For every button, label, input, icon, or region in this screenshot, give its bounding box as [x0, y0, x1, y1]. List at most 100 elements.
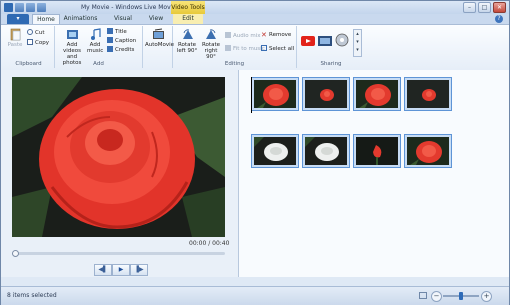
- remove-button[interactable]: ✕ Remove: [261, 32, 291, 39]
- sharing-gallery-scroll[interactable]: ▴ ▾ ▾: [353, 29, 362, 57]
- zoom-in-button[interactable]: +: [481, 291, 492, 302]
- playback-controls: ◀▌ ▶ ▐▶: [94, 264, 148, 276]
- storyboard-clip[interactable]: [251, 134, 299, 168]
- clip-thumbnail: [254, 80, 296, 108]
- tab-animations[interactable]: Animations: [63, 14, 98, 24]
- copy-icon: [27, 39, 33, 45]
- previous-frame-button[interactable]: ◀▌: [94, 264, 112, 276]
- tab-visual-effects[interactable]: Visual Effects: [104, 14, 142, 32]
- file-menu-button[interactable]: ▾: [7, 14, 29, 24]
- preview-pane: 00:00 / 00:40 ◀▌ ▶ ▐▶: [1, 70, 239, 277]
- undo-icon[interactable]: [26, 3, 35, 12]
- seek-thumb[interactable]: [12, 250, 19, 257]
- sharing-group-label: Sharing: [320, 61, 342, 67]
- status-text: 8 items selected: [7, 292, 57, 299]
- rotate-left-label-2: left 90°: [176, 48, 198, 54]
- fit-to-music-button[interactable]: Fit to music: [225, 45, 265, 52]
- clip-thumbnail: [356, 80, 398, 108]
- select-all-button[interactable]: Select all: [261, 45, 294, 52]
- storyboard-clip[interactable]: [302, 134, 350, 168]
- automovie-button[interactable]: AutoMovie: [145, 28, 175, 48]
- next-frame-button[interactable]: ▐▶: [130, 264, 148, 276]
- storyboard-clip[interactable]: [404, 134, 452, 168]
- paste-button[interactable]: Paste: [6, 28, 24, 48]
- clipboard-group: Paste Cut Copy Clipboard: [3, 26, 55, 68]
- fit-to-music-label: Fit to music: [233, 46, 265, 52]
- audio-mix-label: Audio mix: [233, 33, 261, 39]
- cut-label: Cut: [35, 30, 45, 36]
- title-label: Title: [115, 29, 127, 35]
- video-tools-context-label: Video Tools: [171, 1, 205, 14]
- close-button[interactable]: ✕: [493, 2, 506, 13]
- tab-edit[interactable]: Edit: [173, 14, 203, 24]
- title-icon: [107, 28, 113, 34]
- credits-icon: [107, 46, 113, 52]
- minimize-button[interactable]: –: [463, 2, 476, 13]
- caption-button[interactable]: Caption: [107, 37, 136, 44]
- rotate-left-icon: [182, 29, 193, 39]
- quick-access-toolbar: [4, 3, 46, 12]
- fit-to-music-icon: [225, 45, 231, 51]
- app-menu-icon[interactable]: [4, 3, 13, 12]
- credits-button[interactable]: Credits: [107, 46, 134, 53]
- automovie-group: AutoMovie: [143, 26, 175, 68]
- clip-thumbnail: [305, 137, 347, 165]
- automovie-label: AutoMovie: [145, 42, 175, 48]
- copy-label: Copy: [35, 40, 49, 46]
- status-bar: 8 items selected − +: [1, 286, 509, 305]
- paste-icon: [10, 28, 20, 41]
- video-preview[interactable]: [12, 77, 225, 237]
- audio-mix-button[interactable]: Audio mix: [225, 32, 261, 39]
- play-button[interactable]: ▶: [112, 264, 130, 276]
- clipboard-group-label: Clipboard: [15, 61, 42, 67]
- audio-mix-icon: [225, 32, 231, 38]
- select-all-icon: [261, 45, 267, 51]
- video-site-icon[interactable]: [318, 36, 332, 46]
- save-movie-icon[interactable]: [335, 33, 349, 47]
- film-photo-icon: [66, 30, 78, 39]
- rose-image: [12, 77, 225, 237]
- editing-group: Rotate left 90° Rotate right 90° Audio m…: [173, 26, 297, 68]
- tab-view[interactable]: View: [147, 14, 165, 24]
- ribbon-tabs: ▾ Home Animations Visual Effects View Ed…: [1, 14, 509, 32]
- tab-home[interactable]: Home: [32, 14, 60, 24]
- add-music-button[interactable]: Add music: [87, 28, 103, 54]
- rotate-right-button[interactable]: Rotate right 90°: [199, 28, 223, 60]
- save-icon[interactable]: [15, 3, 24, 12]
- automovie-icon: [152, 28, 164, 39]
- caption-icon: [107, 37, 113, 43]
- add-group-label: Add: [93, 61, 104, 67]
- app-window: My Movie - Windows Live Movie Maker Vide…: [0, 0, 510, 305]
- add-videos-label-1: Add videos: [63, 42, 81, 54]
- help-icon[interactable]: ?: [495, 15, 503, 23]
- fit-storyboard-icon[interactable]: [419, 292, 427, 299]
- storyboard-clip[interactable]: [353, 134, 401, 168]
- clip-thumbnail: [407, 80, 449, 108]
- title-button[interactable]: Title: [107, 28, 127, 35]
- remove-x-icon: ✕: [261, 31, 267, 39]
- music-note-icon: [90, 28, 101, 40]
- remove-label: Remove: [269, 32, 292, 38]
- zoom-control: − +: [419, 291, 499, 302]
- maximize-button[interactable]: □: [478, 2, 491, 13]
- youtube-icon[interactable]: [301, 36, 315, 46]
- sharing-group: ▴ ▾ ▾ Sharing: [297, 26, 365, 68]
- storyboard-clip[interactable]: [404, 77, 452, 111]
- copy-button[interactable]: Copy: [27, 39, 49, 46]
- storyboard-clip[interactable]: [302, 77, 350, 111]
- redo-icon[interactable]: [37, 3, 46, 12]
- cut-button[interactable]: Cut: [27, 29, 44, 36]
- clip-thumbnail: [254, 137, 296, 165]
- seek-bar[interactable]: [12, 250, 225, 257]
- insertion-marker: [251, 77, 252, 113]
- zoom-slider-thumb[interactable]: [459, 292, 463, 300]
- storyboard-clip[interactable]: [251, 77, 299, 111]
- editing-group-label: Editing: [224, 61, 245, 67]
- clip-thumbnail: [407, 137, 449, 165]
- add-music-label-2: music: [87, 48, 104, 54]
- storyboard: [239, 70, 509, 277]
- rotate-left-button[interactable]: Rotate left 90°: [175, 28, 199, 54]
- zoom-out-button[interactable]: −: [431, 291, 442, 302]
- storyboard-clip[interactable]: [353, 77, 401, 111]
- window-controls: – □ ✕: [463, 2, 506, 13]
